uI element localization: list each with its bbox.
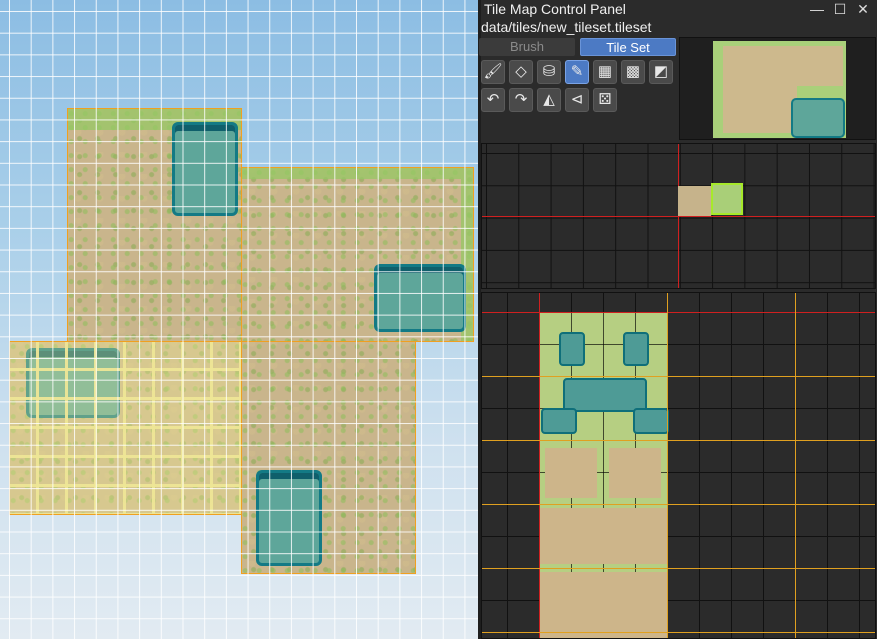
tileset-path-2 bbox=[609, 448, 661, 498]
tileset-pond-1 bbox=[559, 332, 585, 366]
eraser-icon[interactable]: ◇ bbox=[509, 60, 533, 84]
tileset-preview-image bbox=[713, 41, 846, 138]
tile-map-control-panel: Tile Map Control Panel — ☐ ✕ data/tiles/… bbox=[479, 0, 877, 639]
brush-preview-overlay bbox=[9, 341, 241, 514]
chunk-line-h1 bbox=[482, 376, 875, 377]
chunk-line-h3 bbox=[482, 504, 875, 505]
scene-viewport[interactable] bbox=[0, 0, 478, 639]
minimize-icon[interactable]: — bbox=[808, 1, 826, 17]
diagonal-pattern-icon[interactable]: ◩ bbox=[649, 60, 673, 84]
panel-titlebar[interactable]: Tile Map Control Panel — ☐ ✕ bbox=[481, 0, 877, 19]
chunk-line-v2 bbox=[795, 293, 796, 638]
panel-title: Tile Map Control Panel bbox=[484, 1, 626, 17]
fill-bucket-icon[interactable]: ⛁ bbox=[537, 60, 561, 84]
chunk-line-v1 bbox=[667, 293, 668, 638]
tileset-origin-vertical bbox=[539, 293, 540, 638]
grid-pattern-icon[interactable]: ▩ bbox=[621, 60, 645, 84]
tileset-image[interactable] bbox=[539, 312, 669, 638]
tileset-pond-4 bbox=[541, 408, 577, 434]
tab-brush[interactable]: Brush bbox=[479, 38, 575, 56]
tileset-pond-2 bbox=[623, 332, 649, 366]
rotate-left-icon[interactable]: ↶ bbox=[481, 88, 505, 112]
chunk-line-h2 bbox=[482, 440, 875, 441]
pond-right bbox=[374, 264, 466, 332]
tileset-view[interactable] bbox=[481, 292, 876, 639]
paint-brush-icon[interactable]: 🖌 bbox=[481, 60, 505, 84]
flip-horizontal-icon[interactable]: ◭ bbox=[537, 88, 561, 112]
tileset-path-3 bbox=[539, 508, 667, 564]
selected-tile-path[interactable] bbox=[678, 186, 711, 216]
chunk-line-h4 bbox=[482, 568, 875, 569]
maximize-icon[interactable]: ☐ bbox=[831, 1, 849, 17]
tileset-path: data/tiles/new_tileset.tileset bbox=[481, 19, 652, 35]
random-dice-icon[interactable]: ⚄ bbox=[593, 88, 617, 112]
eyedropper-icon[interactable]: ✎ bbox=[565, 60, 589, 84]
selected-tile-pond-corner[interactable] bbox=[711, 183, 743, 215]
grid-fill-icon[interactable]: ▦ bbox=[593, 60, 617, 84]
tileset-path-4 bbox=[539, 572, 667, 638]
close-icon[interactable]: ✕ bbox=[854, 1, 872, 17]
preview-pond bbox=[791, 98, 845, 138]
tab-tile-set[interactable]: Tile Set bbox=[580, 38, 676, 56]
tileset-origin-horizontal bbox=[482, 312, 875, 313]
flip-vertical-icon[interactable]: ⊲ bbox=[565, 88, 589, 112]
rotate-right-icon[interactable]: ↷ bbox=[509, 88, 533, 112]
tileset-preview bbox=[679, 37, 876, 140]
selected-tiles-view[interactable] bbox=[481, 143, 876, 289]
tileset-path-1 bbox=[545, 448, 597, 498]
tileset-pond-3 bbox=[563, 378, 647, 412]
tileset-pond-5 bbox=[633, 408, 669, 434]
pond-top bbox=[172, 122, 238, 216]
chunk-line-h5 bbox=[482, 632, 875, 633]
origin-axis-horizontal bbox=[482, 216, 875, 217]
preview-path-vertical bbox=[723, 46, 797, 133]
pond-bottom bbox=[256, 470, 322, 566]
